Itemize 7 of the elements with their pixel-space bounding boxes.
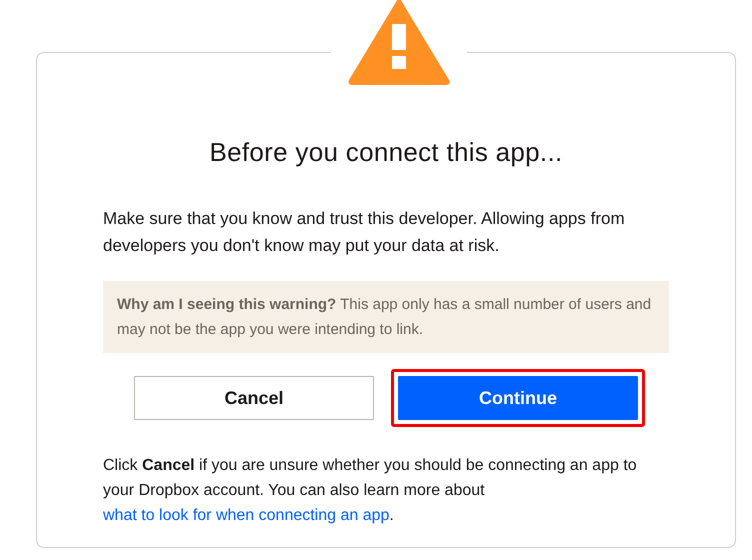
dialog-title: Before you connect this app... [208, 137, 564, 168]
warning-message: Make sure that you know and trust this developer. Allowing apps from developers you don't know may put your data at risk. [103, 208, 626, 257]
continue-button[interactable]: Continue [398, 376, 638, 420]
help-link[interactable]: what to look for when connecting an app [103, 507, 390, 524]
warning-notice: Why am I seeing this warning? This app only has a small number of users and may not be the app you were intending to link. [103, 281, 669, 353]
help-text: Click Cancel if you are unsure whether you should be connecting an app to your Dropbox account. You can also learn more about what to look for when connecting an app. [103, 456, 638, 526]
cancel-button[interactable]: Cancel [134, 376, 374, 420]
